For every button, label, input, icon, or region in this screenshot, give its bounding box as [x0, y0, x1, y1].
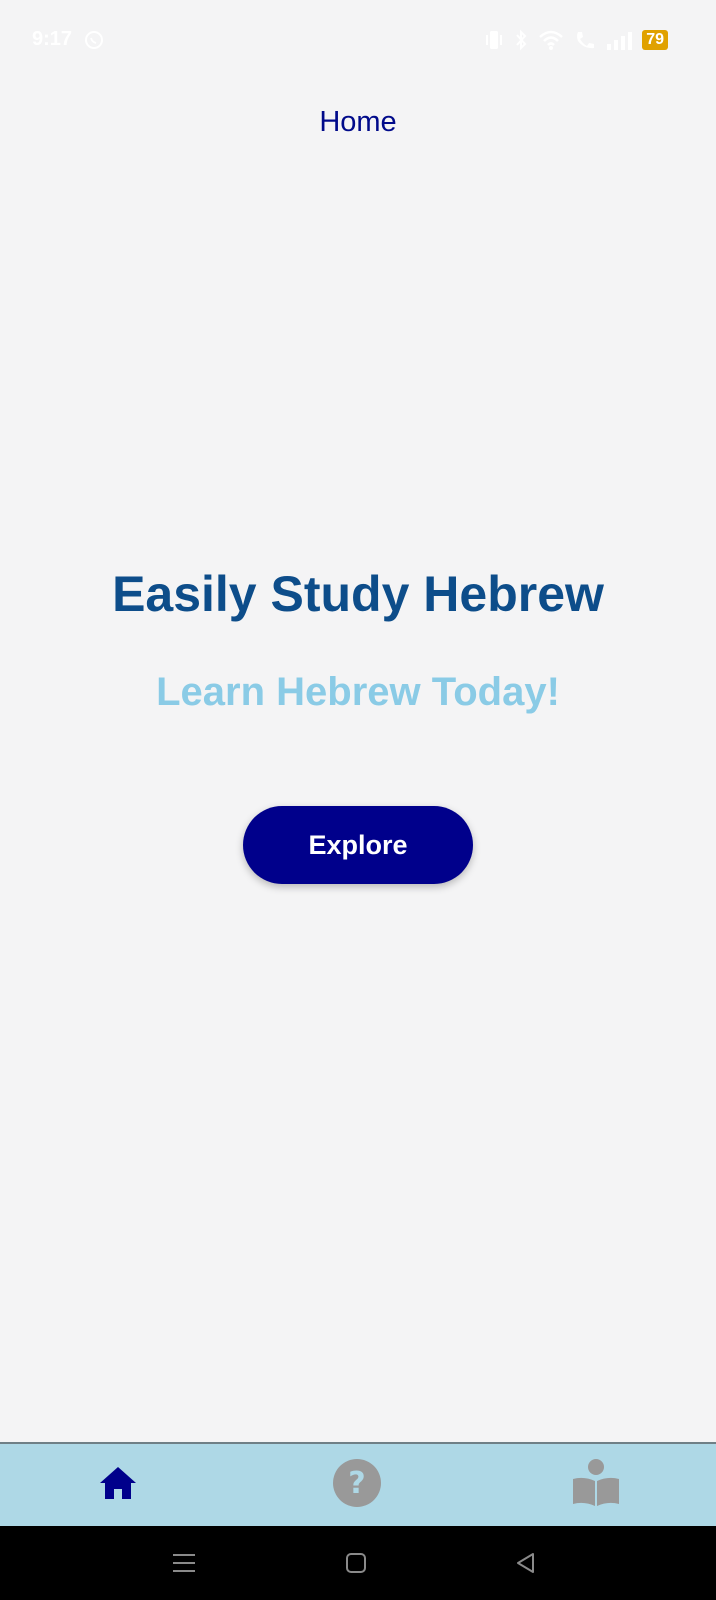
- bluetooth-icon: [514, 29, 528, 51]
- home-icon: [98, 1465, 138, 1506]
- tab-help[interactable]: ?: [297, 1444, 417, 1526]
- wifi-icon: [538, 29, 564, 51]
- home-square-icon[interactable]: [336, 1546, 376, 1580]
- bottom-tab-bar: ?: [0, 1442, 716, 1526]
- help-icon: ?: [332, 1458, 382, 1513]
- reader-icon: [571, 1458, 621, 1513]
- svg-text:?: ?: [348, 1466, 365, 1501]
- status-bar: 9:17 79: [0, 0, 716, 80]
- explore-button[interactable]: Explore: [243, 806, 473, 884]
- battery-indicator: 79: [642, 30, 668, 50]
- vibrate-icon: [484, 29, 504, 51]
- hero-subtitle: Learn Hebrew Today!: [156, 670, 560, 714]
- back-icon[interactable]: [506, 1546, 546, 1580]
- whatsapp-icon: [84, 30, 104, 50]
- tab-home[interactable]: [58, 1444, 178, 1526]
- system-nav-bar: [0, 1526, 716, 1600]
- status-time: 9:17: [32, 28, 73, 50]
- menu-icon[interactable]: [164, 1546, 204, 1580]
- signal-icon: [606, 30, 633, 50]
- tab-learn[interactable]: [536, 1444, 656, 1526]
- hero-title: Easily Study Hebrew: [112, 566, 604, 622]
- page-title: Home: [319, 106, 397, 138]
- call-icon: [574, 29, 596, 51]
- status-icons: 79: [484, 28, 668, 52]
